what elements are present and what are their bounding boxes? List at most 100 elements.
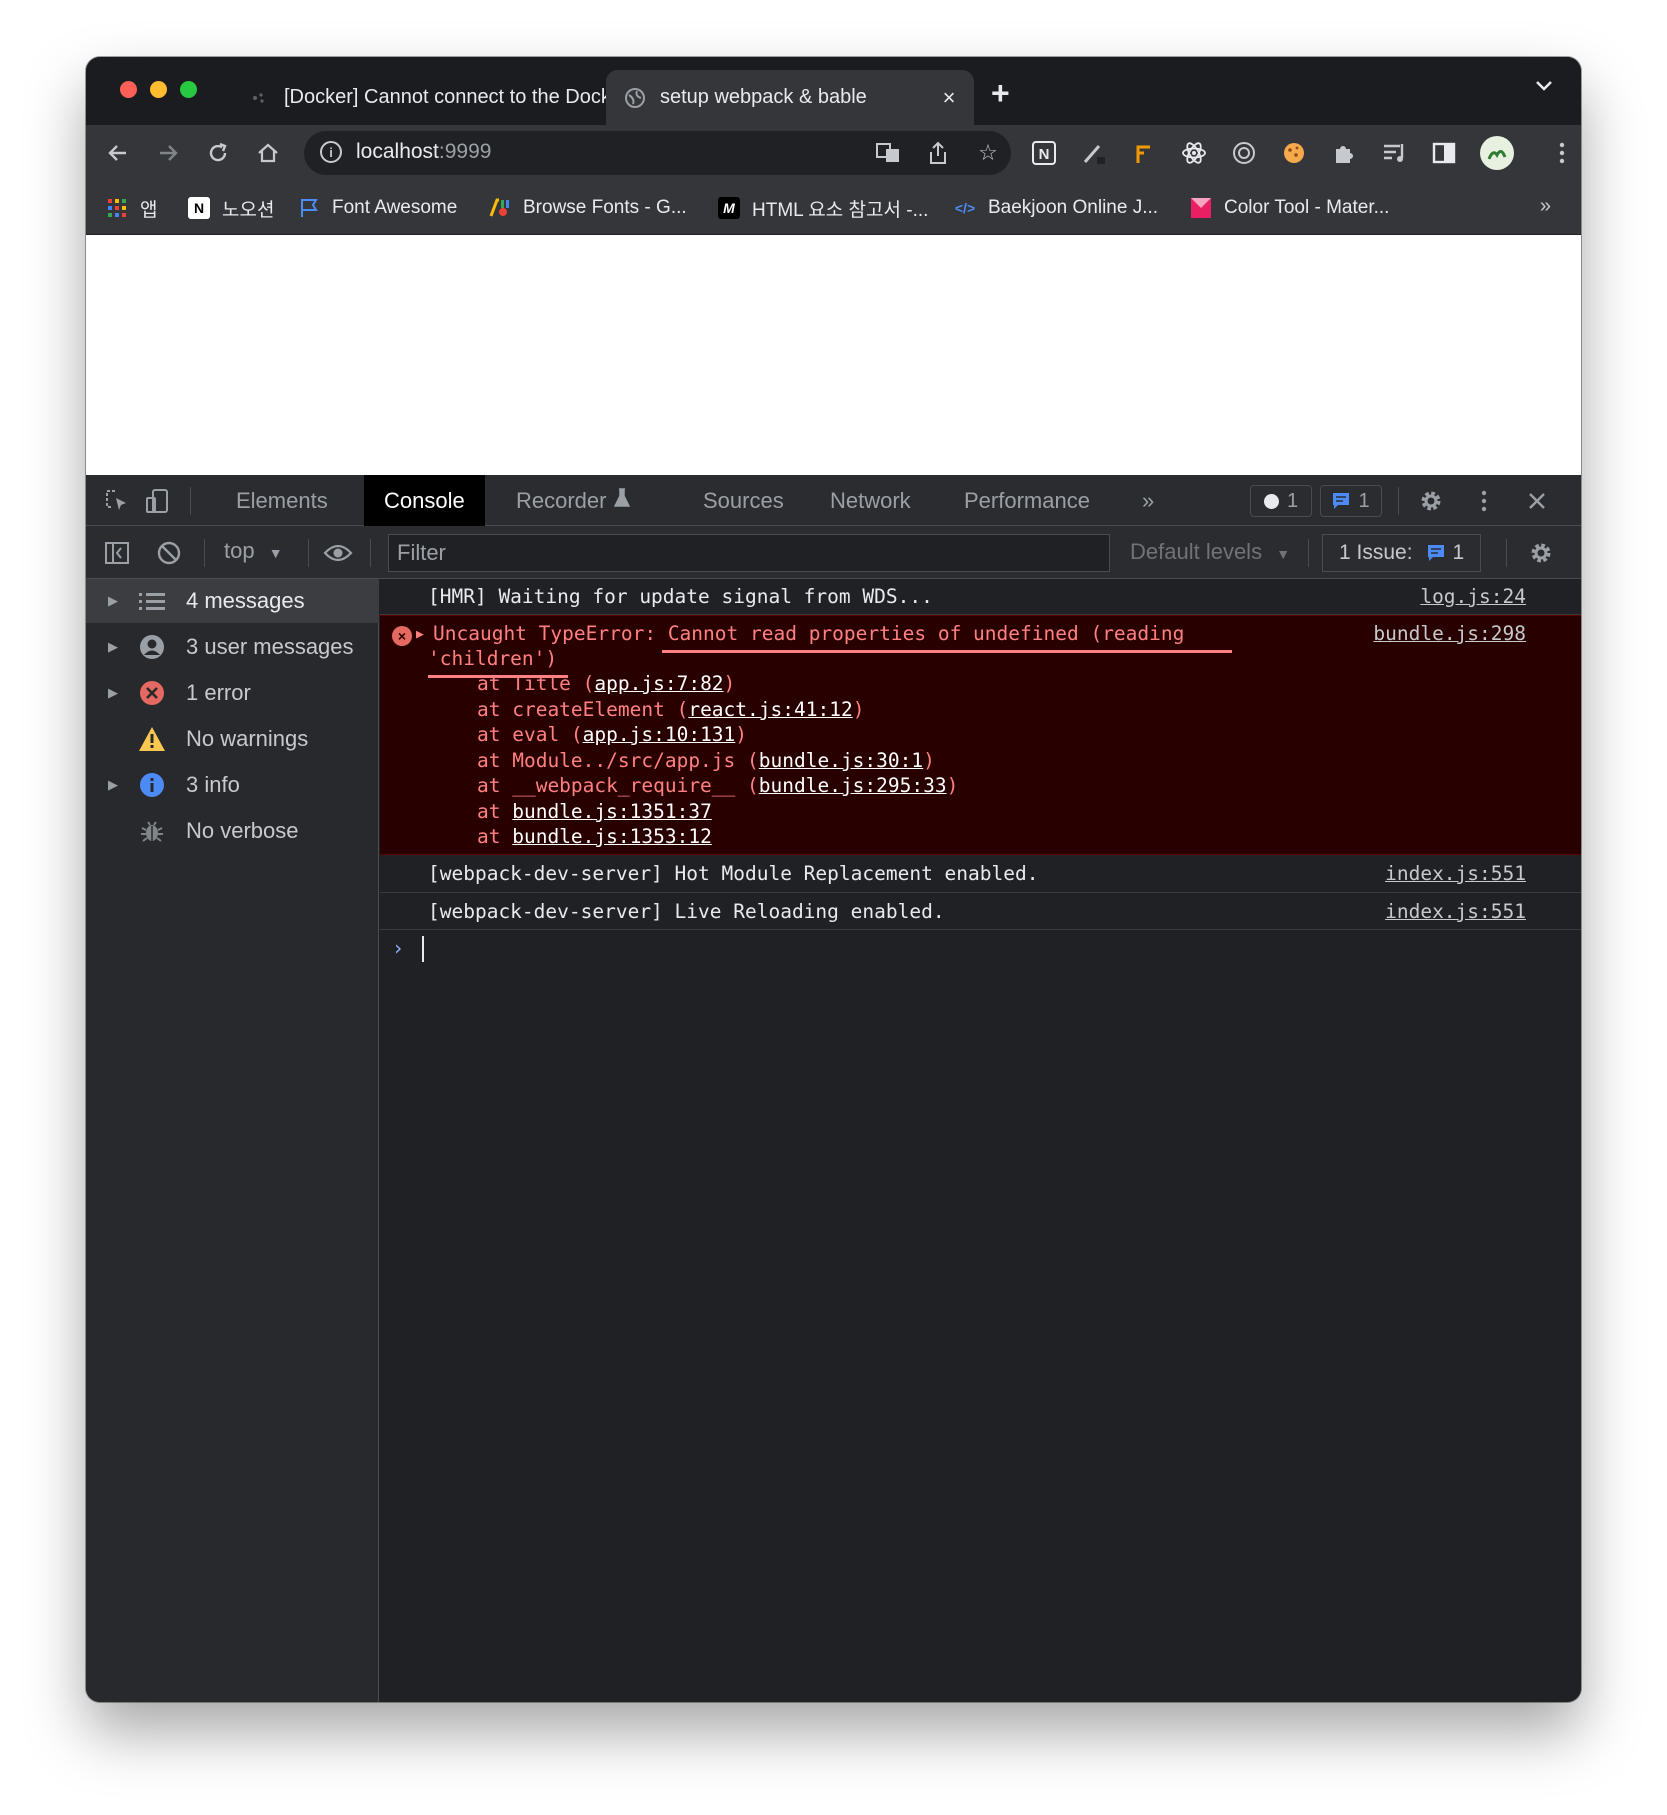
sidebar-item-verbose[interactable]: No verbose	[86, 809, 379, 853]
console-settings-gear-icon[interactable]	[1526, 538, 1556, 568]
bookmark-star-icon[interactable]: ☆	[974, 139, 1002, 167]
tab-performance[interactable]: Performance	[944, 475, 1110, 526]
clear-console-icon[interactable]	[154, 538, 184, 568]
stack-frame: at Module../src/app.js (bundle.js:30:1)	[477, 749, 935, 772]
minimize-window-button[interactable]	[150, 81, 167, 98]
translate-icon[interactable]	[874, 139, 902, 167]
url-text[interactable]: localhost:9999	[356, 140, 491, 164]
side-panel-icon[interactable]	[1426, 135, 1462, 171]
expand-arrow-icon[interactable]: ▶	[416, 627, 424, 642]
react-devtools-icon[interactable]	[1176, 135, 1212, 171]
stack-link[interactable]: app.js:10:131	[583, 723, 736, 746]
tab-close-button[interactable]: ×	[934, 85, 964, 111]
cookie-extension-icon[interactable]	[1276, 135, 1312, 171]
console-input[interactable]	[422, 936, 424, 962]
console-error-message[interactable]: × ▶ Uncaught TypeError: Cannot read prop…	[380, 615, 1581, 855]
console-message[interactable]: [webpack-dev-server] Hot Module Replacem…	[380, 855, 1581, 893]
bookmark-font-awesome[interactable]: Font Awesome	[298, 195, 457, 221]
filter-input[interactable]	[388, 534, 1110, 572]
bookmark-color-tool[interactable]: Color Tool - Mater...	[1190, 195, 1389, 221]
stack-link[interactable]: bundle.js:1351:37	[512, 800, 712, 823]
close-devtools-icon[interactable]	[1522, 486, 1552, 516]
target-extension-icon[interactable]	[1226, 135, 1262, 171]
bookmark-mdn[interactable]: M HTML 요소 참고서 -...	[718, 195, 928, 221]
forward-button[interactable]	[152, 137, 184, 169]
tab-recorder[interactable]: Recorder	[496, 475, 650, 526]
address-bar[interactable]: i localhost:9999 ☆	[304, 131, 1011, 175]
sidebar-item-errors[interactable]: ▶ 1 error	[86, 671, 379, 715]
stack-link[interactable]: app.js:7:82	[594, 672, 723, 695]
expand-arrow-icon[interactable]: ▶	[108, 639, 118, 655]
message-icon	[1332, 492, 1350, 510]
stack-link[interactable]: bundle.js:30:1	[759, 749, 923, 772]
tab-search-icon[interactable]	[1535, 79, 1553, 97]
home-button[interactable]	[252, 137, 284, 169]
source-link[interactable]: index.js:551	[1385, 862, 1526, 885]
error-count-badge[interactable]: 1	[1250, 485, 1312, 517]
new-tab-button[interactable]: +	[991, 75, 1010, 112]
sidebar-item-user-messages[interactable]: ▶ 3 user messages	[86, 625, 379, 669]
context-selector[interactable]: top ▼	[224, 538, 283, 564]
bookmarks-overflow-button[interactable]: »	[1540, 195, 1551, 218]
bookmark-google-fonts[interactable]: Browse Fonts - G...	[489, 195, 687, 221]
list-icon	[138, 587, 166, 615]
pen-extension-icon[interactable]	[1076, 135, 1112, 171]
extensions-puzzle-icon[interactable]	[1326, 135, 1362, 171]
browser-menu-icon[interactable]	[1546, 137, 1578, 169]
tab-elements[interactable]: Elements	[216, 475, 348, 526]
tab-console[interactable]: Console	[364, 475, 485, 526]
reload-button[interactable]	[202, 137, 234, 169]
bookmark-apps[interactable]: 앱	[106, 195, 157, 221]
log-levels-dropdown[interactable]: Default levels ▼	[1130, 539, 1290, 565]
device-toolbar-icon[interactable]	[142, 486, 172, 516]
profile-avatar[interactable]	[1480, 136, 1514, 170]
source-link[interactable]: index.js:551	[1385, 900, 1526, 923]
branch-extension-icon[interactable]	[1126, 135, 1162, 171]
zoom-window-button[interactable]	[180, 81, 197, 98]
inspect-element-icon[interactable]	[102, 486, 132, 516]
console-message[interactable]: [HMR] Waiting for update signal from WDS…	[380, 579, 1581, 615]
bookmark-notion[interactable]: N 노오션	[188, 195, 274, 221]
expand-arrow-icon[interactable]: ▶	[108, 777, 118, 793]
stack-link[interactable]: react.js:41:12	[688, 698, 852, 721]
sidebar-item-info[interactable]: ▶ 3 info	[86, 763, 379, 807]
devtools-panel: Elements Console Recorder Sources Networ…	[86, 475, 1581, 1702]
notion-extension-icon[interactable]: N	[1026, 135, 1062, 171]
svg-text:N: N	[1039, 146, 1050, 163]
apps-grid-icon	[106, 197, 128, 219]
reading-list-icon[interactable]	[1376, 135, 1412, 171]
sidebar-item-messages[interactable]: ▶ 4 messages	[86, 579, 379, 623]
material-icon	[1190, 197, 1212, 219]
console-output: [HMR] Waiting for update signal from WDS…	[380, 579, 1581, 1702]
tab-title: [Docker] Cannot connect to the Docker da…	[284, 86, 646, 108]
settings-gear-icon[interactable]	[1416, 486, 1446, 516]
browser-window: [Docker] Cannot connect to the Docker da…	[86, 57, 1581, 1702]
stack-link[interactable]: bundle.js:1353:12	[512, 825, 712, 848]
more-tabs-button[interactable]: »	[1122, 475, 1174, 526]
issues-button[interactable]: 1 Issue: 1	[1322, 534, 1482, 572]
sidebar-item-warnings[interactable]: No warnings	[86, 717, 379, 761]
site-info-icon[interactable]: i	[320, 141, 342, 163]
source-link[interactable]: log.js:24	[1420, 585, 1526, 608]
source-link[interactable]: bundle.js:298	[1373, 622, 1526, 645]
tab-setup-webpack[interactable]: setup webpack & bable ×	[606, 70, 974, 125]
tab-title: setup webpack & bable	[660, 86, 867, 108]
back-button[interactable]	[102, 137, 134, 169]
tab-network[interactable]: Network	[810, 475, 931, 526]
share-icon[interactable]	[924, 139, 952, 167]
error-underline	[662, 650, 1232, 653]
toggle-sidebar-icon[interactable]	[102, 538, 132, 568]
tab-sources[interactable]: Sources	[683, 475, 804, 526]
live-expression-eye-icon[interactable]	[323, 538, 353, 568]
bookmark-baekjoon[interactable]: </> Baekjoon Online J...	[954, 195, 1158, 221]
flask-icon	[614, 487, 631, 514]
message-count-badge[interactable]: 1	[1320, 485, 1382, 517]
docker-icon	[248, 87, 270, 109]
stack-link[interactable]: bundle.js:295:33	[759, 774, 947, 797]
devtools-menu-icon[interactable]	[1469, 486, 1499, 516]
error-dot-icon	[1263, 493, 1279, 509]
expand-arrow-icon[interactable]: ▶	[108, 593, 118, 609]
close-window-button[interactable]	[120, 81, 137, 98]
expand-arrow-icon[interactable]: ▶	[108, 685, 118, 701]
console-message[interactable]: [webpack-dev-server] Live Reloading enab…	[380, 893, 1581, 930]
